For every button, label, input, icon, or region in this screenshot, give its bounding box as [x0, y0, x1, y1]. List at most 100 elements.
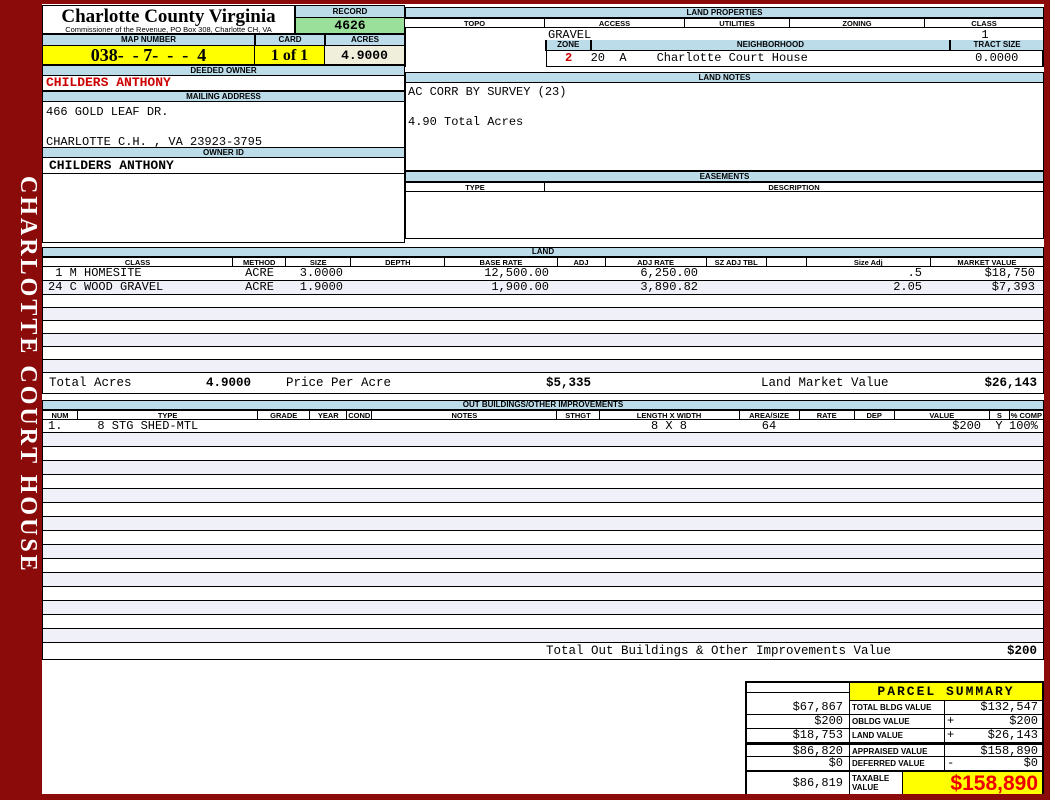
land-row-cell: $7,393: [991, 281, 1035, 294]
out-buildings-empty-row-cell: [1009, 559, 1043, 572]
land-empty-row-cell: [286, 334, 351, 346]
out-buildings-empty-row-cell: [739, 573, 799, 586]
land-empty-row-cell: [233, 295, 286, 307]
out-buildings-empty-row-cell: [310, 587, 347, 600]
out-buildings-empty-row-cell: [989, 573, 1009, 586]
out-buildings-empty-row-cell: [78, 573, 258, 586]
out-buildings-row-cell: [799, 420, 854, 432]
out-buildings-total-label: Total Out Buildings & Other Improvements…: [546, 644, 892, 658]
out-buildings-row-cell: [258, 420, 310, 432]
land-market-value-label: Land Market Value: [761, 376, 889, 390]
land-empty-row-cell: [766, 360, 806, 372]
out-buildings-section: OUT BUILDINGS/OTHER IMPROVEMENTS NUM TYPE…: [42, 400, 1044, 660]
out-buildings-empty-row-cell: [78, 587, 258, 600]
land-empty-row-cell: [706, 295, 766, 307]
out-buildings-empty-row-cell: [310, 489, 347, 502]
out-buildings-empty-row-cell: [347, 545, 372, 558]
class-value: 1: [981, 28, 989, 42]
summary-right-cell: + $26,143: [945, 729, 1042, 742]
out-buildings-empty-row-cell: [78, 517, 258, 530]
land-col-header: BASE RATE: [445, 257, 558, 267]
out-buildings-row-cell: [557, 420, 599, 432]
owner-header-block: Charlotte County Virginia Commissioner o…: [42, 5, 405, 243]
tract-size-value: 0.0000: [975, 51, 1019, 65]
land-row-cell: ACRE: [245, 267, 274, 280]
land-empty-row-cell: [806, 360, 930, 372]
land-col-header: SZ ADJ TBL: [706, 257, 767, 267]
land-empty-row-cell: [706, 308, 766, 320]
out-buildings-empty-row-cell: [989, 503, 1009, 516]
out-buildings-empty-row: [42, 503, 1044, 517]
out-buildings-empty-row-cell: [43, 545, 78, 558]
land-empty-row-cell: [286, 295, 351, 307]
land-row-cell: [351, 267, 445, 280]
out-buildings-empty-row-cell: [347, 601, 372, 614]
summary-right-value: $0: [1023, 756, 1038, 770]
out-buildings-empty-row-cell: [989, 615, 1009, 628]
easement-type-label: TYPE: [405, 182, 545, 192]
out-buildings-empty-row-cell: [78, 503, 258, 516]
out-buildings-empty-row-cell: [989, 433, 1009, 446]
out-buildings-empty-row-cell: [1009, 475, 1043, 488]
out-buildings-empty-row-cell: [557, 531, 599, 544]
land-empty-row-cell: [286, 360, 351, 372]
out-buildings-empty-row-cell: [557, 517, 599, 530]
land-row-cell: ACRE: [245, 281, 274, 294]
out-buildings-empty-row-cell: [310, 629, 347, 642]
summary-left-value: $200: [747, 715, 850, 728]
record-label: RECORD: [295, 5, 405, 18]
out-buildings-empty-row-cell: [347, 531, 372, 544]
out-buildings-empty-row-cell: [799, 475, 854, 488]
out-buildings-row-cell: 8 X 8: [650, 420, 687, 432]
land-empty-row-cell: [706, 347, 766, 359]
out-buildings-empty-row-cell: [989, 545, 1009, 558]
land-row-cell: 3.0000: [299, 267, 343, 280]
parcel-summary-row: $67,867 TOTAL BLDG VALUE $132,547: [747, 701, 1042, 715]
out-buildings-empty-row-cell: [347, 503, 372, 516]
out-buildings-empty-row-cell: [1009, 531, 1043, 544]
out-buildings-empty-row-cell: [799, 433, 854, 446]
out-buildings-empty-row: [42, 433, 1044, 447]
out-buildings-empty-row-cell: [599, 573, 739, 586]
out-buildings-empty-row: [42, 629, 1044, 643]
out-buildings-empty-row-cell: [989, 559, 1009, 572]
out-buildings-empty-row-cell: [310, 461, 347, 474]
land-table-body: 1 M HOMESITE ACRE 3.0000 12,500.00 6,250.00.…: [42, 267, 1044, 373]
out-buildings-empty-row-cell: [372, 615, 557, 628]
land-empty-row-cell: [351, 295, 445, 307]
land-empty-row-cell: [930, 295, 1043, 307]
land-empty-row-cell: [706, 360, 766, 372]
summary-left-value: $86,820: [747, 745, 850, 758]
out-buildings-empty-row-cell: [258, 503, 310, 516]
out-buildings-empty-row-cell: [739, 615, 799, 628]
out-buildings-empty-row-cell: [599, 559, 739, 572]
land-properties-header-row: TOPO ACCESS UTILITIES ZONING CLASS: [405, 18, 1044, 28]
out-buildings-empty-row-cell: [1009, 629, 1043, 642]
out-buildings-empty-row-cell: [739, 545, 799, 558]
out-buildings-empty-row-cell: [347, 573, 372, 586]
zone-value: 2: [564, 51, 573, 65]
out-buildings-empty-row-cell: [43, 461, 78, 474]
out-buildings-total-value: $200: [1006, 644, 1037, 658]
out-buildings-empty-row-cell: [1009, 573, 1043, 586]
land-empty-row-cell: [557, 347, 605, 359]
summary-right-cell: $158,890: [945, 745, 1042, 758]
land-empty-row-cell: [806, 295, 930, 307]
out-buildings-empty-row-cell: [310, 601, 347, 614]
out-buildings-row-cell: [347, 420, 372, 432]
land-empty-row-cell: [806, 334, 930, 346]
out-buildings-col-header: % COMP: [1009, 410, 1044, 420]
out-buildings-empty-row-cell: [599, 447, 739, 460]
out-buildings-empty-row-cell: [43, 503, 78, 516]
out-buildings-empty-row-cell: [894, 531, 989, 544]
out-buildings-header-row: NUM TYPE GRADE YEAR COND NOTES STHGT LENGTH X W…: [42, 410, 1044, 420]
out-buildings-empty-row-cell: [894, 601, 989, 614]
out-buildings-empty-row-cell: [894, 475, 989, 488]
out-buildings-empty-row-cell: [43, 629, 78, 642]
summary-right-cell: $132,547: [945, 701, 1042, 714]
out-buildings-empty-row-cell: [854, 433, 894, 446]
out-buildings-empty-row-cell: [599, 531, 739, 544]
land-empty-row-cell: [766, 334, 806, 346]
land-row-cell: 12,500.00: [484, 267, 549, 280]
land-empty-row: [42, 347, 1044, 360]
